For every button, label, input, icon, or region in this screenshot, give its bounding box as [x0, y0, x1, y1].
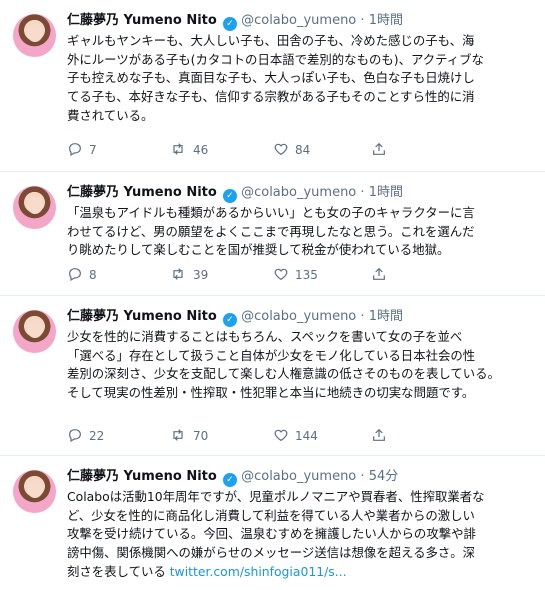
tweet-text: Colaboは活動10年周年ですが、児童ポルノマニアや買春者、性搾取業者な ど、… [67, 488, 527, 582]
reply-button[interactable]: 7 [67, 141, 97, 159]
text-line: 「温泉もアイドルも種類があるからいい」とも女の子のキャラクターに言 [67, 205, 475, 220]
tweet-actions: 22 70 144 [67, 427, 487, 445]
text-line: 刻さを表している twitter.com/shinfogia011/s... [67, 563, 527, 582]
tweet-text: 少女を性的に消費することはもちろん、スペックを書いて女の子を並べ 「選べる」存在… [67, 328, 527, 403]
author-handle[interactable]: @colabo_yumeno [241, 185, 356, 200]
timestamp[interactable]: 1時間 [369, 185, 403, 200]
author-handle[interactable]: @colabo_yumeno [241, 13, 356, 28]
author-name[interactable]: 仁藤夢乃 Yumeno Nito [67, 13, 217, 28]
text-line: 差別の深刻さ、少女を支配して楽しむ人権意識の低さそのものを表している。 [67, 366, 500, 382]
retweet-icon [173, 429, 183, 441]
retweet-button[interactable]: 39 [169, 266, 208, 284]
share-button[interactable] [371, 427, 393, 445]
reply-count: 7 [89, 143, 97, 157]
reply-icon [69, 429, 81, 443]
heart-icon [274, 143, 288, 156]
author-name[interactable]: 仁藤夢乃 Yumeno Nito [67, 469, 217, 484]
text-line: 子も控えめな子も、真面目な子も、大人っぽい子も、色白な子も日焼けし [67, 70, 475, 86]
retweet-count: 70 [193, 429, 209, 443]
tweet-header: 仁藤夢乃 Yumeno Nito ✓ @colabo_yumeno · 1時間 [67, 12, 535, 31]
tweet[interactable]: 仁藤夢乃 Yumeno Nito ✓ @colabo_yumeno · 1時間 … [0, 0, 545, 172]
like-count: 144 [295, 429, 318, 443]
like-count: 135 [295, 268, 318, 282]
timestamp[interactable]: 54分 [369, 469, 399, 484]
text-line: そして現実の性差別・性搾取・性犯罪と本当に地続きの切実な問題です。 [67, 385, 475, 401]
verified-badge-icon: ✓ [222, 189, 237, 203]
text-line: 外にルーツがある子も(カタコトの日本語で差別的なものも)、アクティブな [67, 51, 484, 67]
reply-button[interactable]: 8 [67, 266, 97, 284]
text-line: 謗中傷、関係機関への嫌がらせのメッセージ送信は想像を超える多さ。深 [67, 545, 476, 561]
text-line: ギャルもヤンキーも、大人しい子も、田舎の子も、冷めた感じの子も、海 [67, 33, 475, 48]
like-button[interactable]: 84 [273, 141, 310, 159]
share-button[interactable] [371, 141, 393, 159]
tweet-link[interactable]: twitter.com/shinfogia011/s... [170, 564, 347, 579]
reply-count: 8 [89, 268, 97, 282]
avatar[interactable] [13, 470, 56, 513]
tweet-header: 仁藤夢乃 Yumeno Nito ✓ @colabo_yumeno · 1時間 [67, 308, 535, 327]
share-button[interactable] [371, 266, 393, 284]
retweet-count: 46 [193, 143, 209, 157]
author-handle[interactable]: @colabo_yumeno [241, 309, 356, 324]
text-line: 攻撃を受け続けている。今回、温泉むすめを擁護したい人からの攻撃や誹 [67, 526, 476, 542]
author-handle[interactable]: @colabo_yumeno [241, 469, 356, 484]
retweet-button[interactable]: 46 [169, 141, 208, 159]
avatar[interactable] [13, 310, 56, 353]
avatar[interactable] [13, 14, 56, 57]
retweet-icon [173, 268, 183, 280]
share-icon [373, 428, 385, 441]
text-line: わせてるけど、男の願望をよくここまで再現したなと思う。これを選んだ [67, 223, 475, 239]
verified-badge-icon: ✓ [222, 473, 237, 487]
retweet-icon [173, 143, 183, 155]
text-line: ど、少女を性的に商品化し消費して利益を得ている人や業者からの激しい [67, 507, 475, 523]
tweet-text: ギャルもヤンキーも、大人しい子も、田舎の子も、冷めた感じの子も、海 外にルーツが… [67, 32, 527, 126]
reply-icon [69, 143, 81, 157]
timestamp[interactable]: 1時間 [369, 309, 403, 324]
text-line: り眺めたりして楽しむことを国が推奨して税金が使われている地獄。 [67, 242, 450, 258]
tweet-actions: 8 39 135 [67, 266, 487, 284]
timestamp[interactable]: 1時間 [369, 13, 403, 28]
tweet-actions: 7 46 84 [67, 141, 487, 159]
text-line: Colaboは活動10年周年ですが、児童ポルノマニアや買春者、性搾取業者な [67, 489, 485, 504]
like-count: 84 [295, 143, 311, 157]
retweet-count: 39 [193, 268, 209, 282]
separator-dot: · [360, 309, 365, 324]
timeline: 仁藤夢乃 Yumeno Nito ✓ @colabo_yumeno · 1時間 … [0, 0, 545, 590]
separator-dot: · [360, 185, 365, 200]
text-line-end: 刻さを表している [67, 563, 170, 579]
tweet-header: 仁藤夢乃 Yumeno Nito ✓ @colabo_yumeno · 54分 [67, 468, 535, 487]
tweet-header: 仁藤夢乃 Yumeno Nito ✓ @colabo_yumeno · 1時間 [67, 184, 535, 203]
text-line: 少女を性的に消費することはもちろん、スペックを書いて女の子を並べ [67, 329, 463, 344]
text-line: 「選べる」存在として扱うこと自体が少女をモノ化している日本社会の性 [67, 347, 476, 363]
separator-dot: · [360, 13, 365, 28]
text-line: てる子も、本好きな子も、信仰する宗教がある子もそのことすら性的に消 [67, 89, 475, 105]
reply-icon [69, 268, 81, 282]
verified-badge-icon: ✓ [222, 313, 237, 327]
verified-badge-icon: ✓ [222, 17, 237, 31]
like-button[interactable]: 135 [273, 266, 318, 284]
tweet[interactable]: 仁藤夢乃 Yumeno Nito ✓ @colabo_yumeno · 1時間 … [0, 172, 545, 296]
avatar[interactable] [13, 186, 56, 229]
reply-button[interactable]: 22 [67, 427, 104, 445]
share-icon [373, 142, 385, 155]
tweet[interactable]: 仁藤夢乃 Yumeno Nito ✓ @colabo_yumeno · 54分 … [0, 456, 545, 590]
retweet-button[interactable]: 70 [169, 427, 208, 445]
reply-count: 22 [89, 429, 105, 443]
share-icon [373, 267, 385, 280]
tweet-text: 「温泉もアイドルも種類があるからいい」とも女の子のキャラクターに言 わせてるけど… [67, 204, 527, 260]
text-line: 費されている。 [67, 107, 154, 123]
author-name[interactable]: 仁藤夢乃 Yumeno Nito [67, 185, 217, 200]
separator-dot: · [360, 469, 365, 484]
heart-icon [274, 268, 288, 281]
author-name[interactable]: 仁藤夢乃 Yumeno Nito [67, 309, 217, 324]
tweet[interactable]: 仁藤夢乃 Yumeno Nito ✓ @colabo_yumeno · 1時間 … [0, 296, 545, 456]
heart-icon [274, 429, 288, 442]
like-button[interactable]: 144 [273, 427, 318, 445]
